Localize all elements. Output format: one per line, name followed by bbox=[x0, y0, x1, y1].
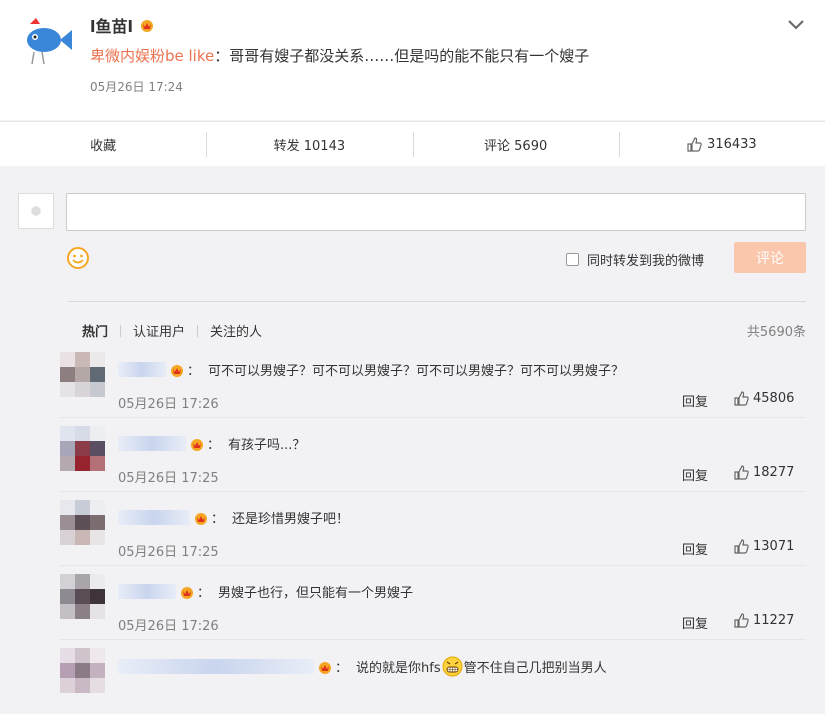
crown-badge-icon bbox=[191, 438, 203, 451]
comment-like-count: 18277 bbox=[753, 465, 795, 480]
comment-username[interactable] bbox=[118, 362, 166, 377]
crown-badge-icon bbox=[181, 586, 193, 599]
smiley-emoji-icon[interactable] bbox=[67, 247, 89, 269]
like-button[interactable]: 316433 bbox=[618, 122, 825, 166]
comment-like-count: 13071 bbox=[753, 539, 795, 554]
post-text-body: ：哥哥有嫂子都没关系……但是吗的能不能只有一个嫂子 bbox=[214, 47, 590, 65]
my-avatar bbox=[18, 193, 54, 229]
comment-text-part1: 说的就是你hfs bbox=[356, 661, 441, 676]
post-action-bar: 收藏 转发 10143 评论 5690 316433 bbox=[0, 121, 825, 166]
comment-username[interactable] bbox=[118, 659, 314, 674]
favorite-button[interactable]: 收藏 bbox=[0, 122, 206, 166]
comment-input[interactable] bbox=[66, 193, 806, 231]
post-content: 卑微内娱粉be like：哥哥有嫂子都没关系……但是吗的能不能只有一个嫂子 bbox=[90, 45, 589, 66]
thumbs-up-icon bbox=[734, 465, 749, 480]
repost-option: 同时转发到我的微博 bbox=[566, 250, 704, 269]
comment-username[interactable] bbox=[118, 436, 186, 451]
thumbs-up-icon bbox=[734, 539, 749, 554]
comment-timestamp: 05月26日 17:26 bbox=[118, 397, 219, 412]
comment-total-count: 共5690条 bbox=[746, 325, 806, 340]
comment-avatar[interactable] bbox=[60, 426, 105, 471]
repost-label: 转发 10143 bbox=[273, 138, 346, 154]
comment-item: ： 还是珍惜男嫂子吧！ 05月26日 17:25 回复 13071 bbox=[60, 492, 806, 566]
comment-avatar[interactable] bbox=[60, 500, 105, 545]
post-mention-link[interactable]: 卑微内娱粉be like bbox=[90, 47, 214, 65]
comment-like-button[interactable]: 11227 bbox=[734, 613, 794, 628]
comment-item: ： 说的就是你hfs 管不住自己几把别当男人 bbox=[60, 640, 806, 714]
comment-timestamp: 05月26日 17:25 bbox=[118, 471, 219, 486]
section-divider bbox=[68, 301, 806, 302]
comment-like-count: 45806 bbox=[753, 391, 795, 406]
crown-badge-icon bbox=[140, 20, 153, 32]
comment-avatar[interactable] bbox=[60, 352, 105, 397]
crown-badge-icon bbox=[319, 661, 331, 674]
comment-like-button[interactable]: 45806 bbox=[734, 391, 794, 406]
thumbs-up-icon bbox=[687, 136, 702, 152]
post-timestamp[interactable]: 05月26日 17:24 bbox=[90, 78, 183, 95]
comment-like-count: 11227 bbox=[753, 613, 795, 628]
comment-username[interactable] bbox=[118, 510, 190, 525]
thumbs-up-icon bbox=[734, 391, 749, 406]
weibo-post: l鱼苗l 卑微内娱粉be like：哥哥有嫂子都没关系……但是吗的能不能只有一个… bbox=[0, 0, 825, 120]
comment-like-button[interactable]: 18277 bbox=[734, 465, 794, 480]
tab-following[interactable]: 关注的人 bbox=[210, 321, 262, 340]
comment-item: ： 可不可以男嫂子？可不可以男嫂子？可不可以男嫂子？可不可以男嫂子？ 05月26… bbox=[60, 344, 806, 418]
tab-separator bbox=[197, 324, 199, 337]
crown-badge-icon bbox=[195, 512, 207, 525]
submit-comment-button[interactable]: 评论 bbox=[734, 242, 806, 273]
comment-like-button[interactable]: 13071 bbox=[734, 539, 794, 554]
reply-button[interactable]: 回复 bbox=[682, 539, 708, 558]
repost-button[interactable]: 转发 10143 bbox=[206, 122, 412, 166]
reply-button[interactable]: 回复 bbox=[682, 465, 708, 484]
repost-checkbox[interactable] bbox=[566, 253, 579, 266]
comment-label: 评论 5690 bbox=[484, 138, 548, 154]
comment-text: 可不可以男嫂子？可不可以男嫂子？可不可以男嫂子？可不可以男嫂子？ bbox=[208, 364, 625, 379]
comment-avatar[interactable] bbox=[60, 574, 105, 619]
comment-item: ： 男嫂子也行，但只能有一个男嫂子 05月26日 17:26 回复 11227 bbox=[60, 566, 806, 640]
comment-timestamp: 05月26日 17:26 bbox=[118, 619, 219, 634]
comment-filter-tabs: 热门 认证用户 关注的人 bbox=[82, 321, 262, 340]
comment-text-part2: 管不住自己几把别当男人 bbox=[463, 661, 607, 676]
favorite-label: 收藏 bbox=[90, 138, 117, 154]
post-author-name[interactable]: l鱼苗l bbox=[90, 13, 133, 37]
like-count: 316433 bbox=[707, 136, 757, 152]
comment-text: 有孩子吗...？ bbox=[228, 438, 306, 453]
comment-username[interactable] bbox=[118, 584, 176, 599]
comment-item: ： 有孩子吗...？ 05月26日 17:25 回复 18277 bbox=[60, 418, 806, 492]
chevron-down-icon[interactable] bbox=[787, 18, 805, 32]
repost-checkbox-label[interactable]: 同时转发到我的微博 bbox=[587, 250, 704, 269]
crown-badge-icon bbox=[171, 364, 183, 377]
comment-timestamp: 05月26日 17:25 bbox=[118, 545, 219, 560]
reply-button[interactable]: 回复 bbox=[682, 613, 708, 632]
thumbs-up-icon bbox=[734, 613, 749, 628]
tab-separator bbox=[120, 324, 122, 337]
tab-hot[interactable]: 热门 bbox=[82, 321, 108, 340]
comment-text: 男嫂子也行，但只能有一个男嫂子 bbox=[218, 586, 414, 601]
grin-emoji-icon bbox=[442, 656, 463, 677]
comment-avatar[interactable] bbox=[60, 648, 105, 693]
comment-section: 同时转发到我的微博 评论 热门 认证用户 关注的人 共5690条 ： 可不可以男… bbox=[0, 166, 825, 693]
fish-avatar[interactable] bbox=[20, 14, 76, 70]
comment-text: 还是珍惜男嫂子吧！ bbox=[232, 512, 350, 527]
tab-verified-users[interactable]: 认证用户 bbox=[133, 321, 185, 340]
comment-button[interactable]: 评论 5690 bbox=[412, 122, 619, 166]
reply-button[interactable]: 回复 bbox=[682, 391, 708, 410]
